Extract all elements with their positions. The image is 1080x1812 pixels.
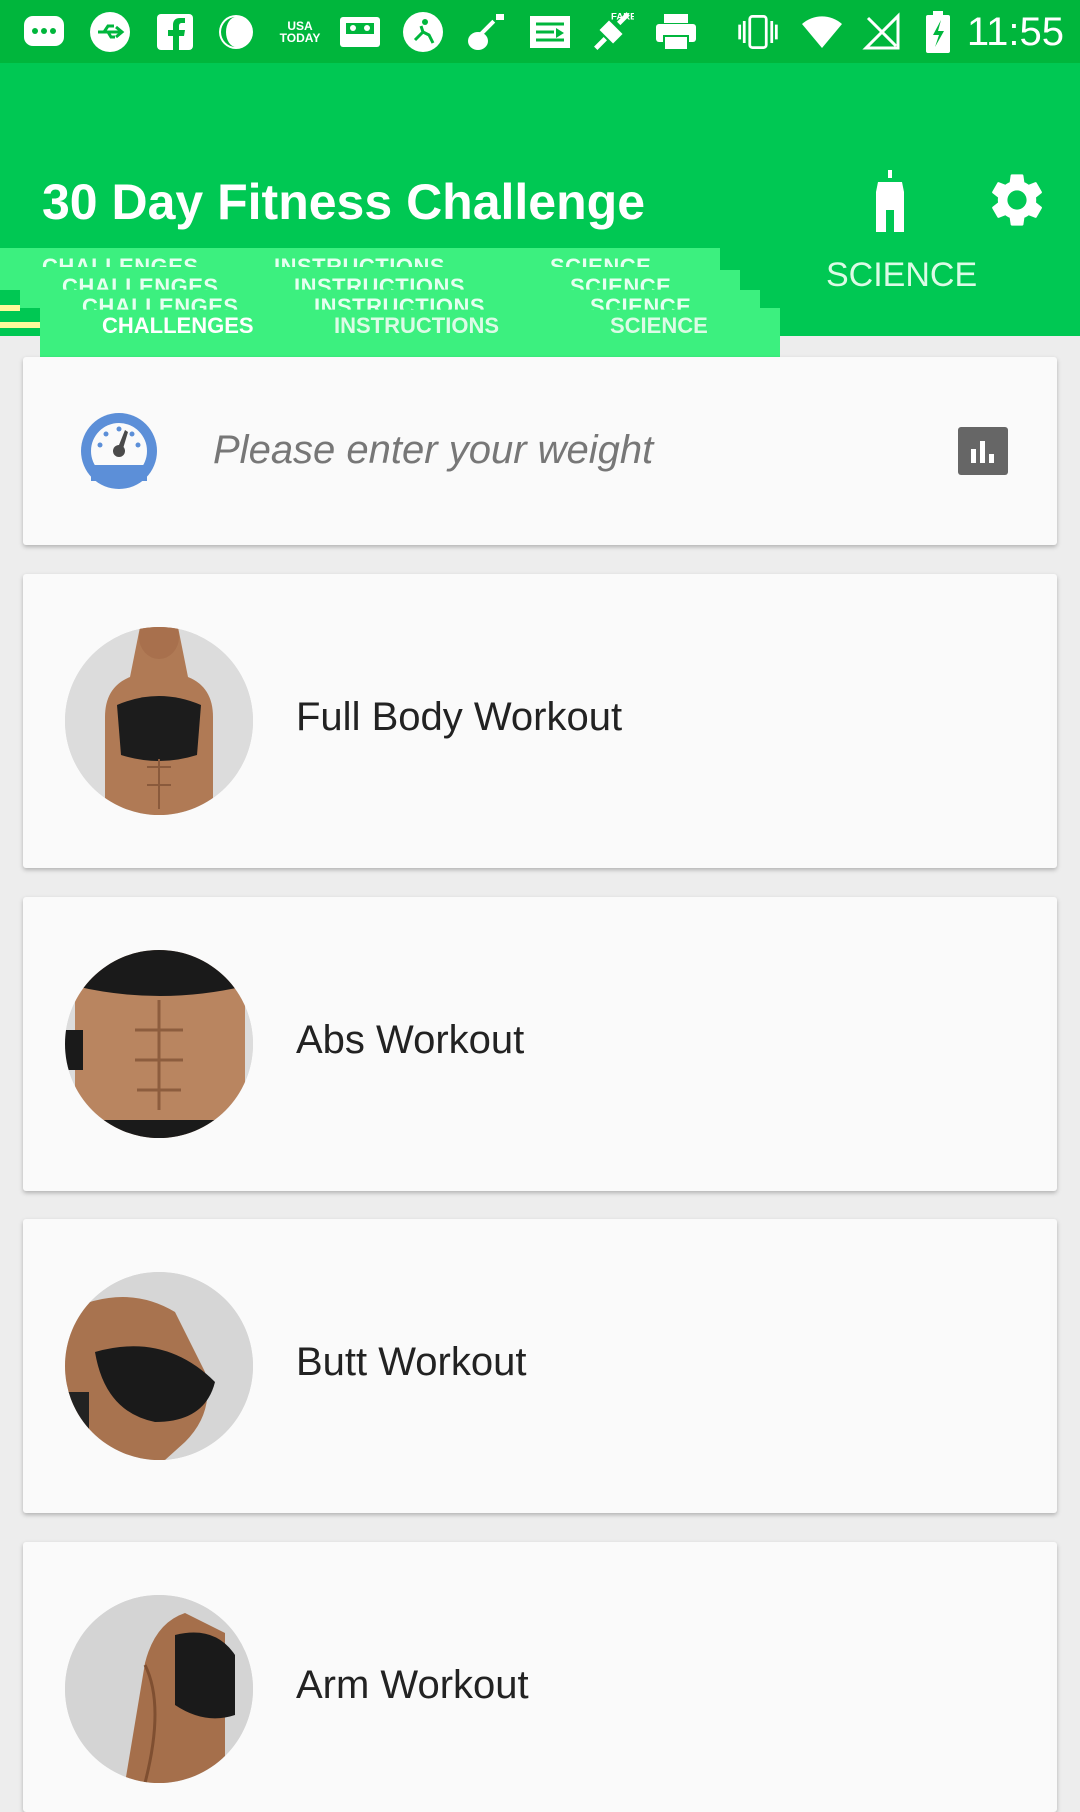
butt-thumbnail [65,1272,253,1460]
ghost-indicator [0,305,20,311]
bar-chart-icon [971,441,994,463]
fake-gps-icon: FAKE [590,10,634,54]
weight-input[interactable] [213,425,813,475]
battery-charging-icon [916,10,960,54]
no-signal-icon [860,10,904,54]
workout-label: Full Body Workout [296,695,623,739]
tab-challenges[interactable]: CHALLENGES [102,313,254,339]
workout-card-abs[interactable]: Abs Workout [23,897,1057,1191]
night-mode-icon [214,10,258,54]
svg-text:FAKE: FAKE [611,12,634,23]
tab-science-right[interactable]: SCIENCE [826,256,977,295]
status-time: 11:55 [966,10,1064,54]
weight-card [23,357,1057,545]
workout-label: Abs Workout [296,1018,525,1062]
usb-icon [88,10,132,54]
hanger-button[interactable] [860,166,920,236]
full-body-thumbnail [65,627,253,815]
arm-thumbnail [65,1595,253,1783]
cassette-icon [338,10,382,54]
settings-icon [992,174,1042,226]
soccer-icon [401,10,445,54]
workout-label: Arm Workout [296,1663,529,1707]
hanger-icon [876,170,904,232]
tab-science[interactable]: SCIENCE [610,313,708,339]
wifi-icon [800,10,844,54]
workout-card-full-body[interactable]: Full Body Workout [23,574,1057,868]
printer-icon [654,10,698,54]
workout-card-butt[interactable]: Butt Workout [23,1219,1057,1513]
facebook-icon [153,10,197,54]
ghost-indicator [0,322,40,328]
workout-card-arm[interactable]: Arm Workout [23,1542,1057,1812]
news-icon [528,10,572,54]
speedometer-icon [78,410,160,492]
tab-instructions[interactable]: INSTRUCTIONS [334,313,499,339]
weight-chart-button[interactable] [958,427,1008,475]
workout-label: Butt Workout [296,1340,527,1384]
settings-button[interactable] [985,168,1049,232]
app-title: 30 Day Fitness Challenge [42,174,646,230]
usa-today-icon: USA TODAY [279,19,321,45]
messaging-icon [22,10,66,54]
status-bar: USA TODAY FAKE 11:55 [0,0,1080,63]
guitar-icon [464,10,508,54]
vibrate-icon [736,10,780,54]
abs-thumbnail [65,950,253,1138]
